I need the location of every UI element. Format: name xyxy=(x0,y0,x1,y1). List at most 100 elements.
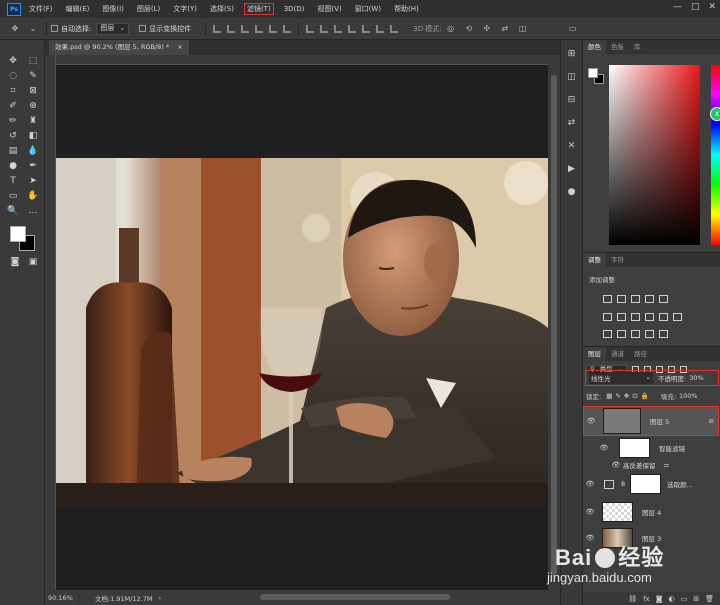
align-top-icon[interactable] xyxy=(213,24,222,33)
align-hcenter-icon[interactable] xyxy=(269,24,278,33)
lasso-tool-icon[interactable]: ◌ xyxy=(4,70,22,82)
lock-position-icon[interactable]: ✥ xyxy=(624,392,629,400)
adjustments-icon[interactable]: ⇄ xyxy=(566,117,578,129)
opacity-value[interactable]: 30% xyxy=(689,374,703,382)
gradient-tool-icon[interactable]: ▤ xyxy=(4,145,22,157)
distribute-top-icon[interactable] xyxy=(306,24,315,33)
brightness-icon[interactable] xyxy=(603,295,612,303)
zoom-tool-icon[interactable]: 🔍 xyxy=(4,205,22,217)
levels-icon[interactable] xyxy=(617,295,626,303)
menu-3d[interactable]: 3D(D) xyxy=(284,5,305,13)
tool-preset-icon[interactable]: ⌄ xyxy=(28,24,38,33)
invert-icon[interactable] xyxy=(603,330,612,338)
eye-icon[interactable]: 👁 xyxy=(597,444,611,452)
auto-select-checkbox[interactable] xyxy=(51,25,58,32)
actions-play-icon[interactable]: ▶ xyxy=(566,163,578,175)
menu-layer[interactable]: 图层(L) xyxy=(137,4,160,14)
learn-icon[interactable]: ● xyxy=(566,186,578,198)
quick-select-tool-icon[interactable]: ✎ xyxy=(24,70,42,82)
distribute-left-icon[interactable] xyxy=(348,24,357,33)
history-brush-tool-icon[interactable]: ↺ xyxy=(4,130,22,142)
minimize-button[interactable]: — xyxy=(673,2,682,12)
menu-help[interactable]: 帮助(H) xyxy=(394,4,419,14)
vibrance-icon[interactable] xyxy=(659,295,668,303)
photo-image[interactable] xyxy=(56,158,548,508)
align-vcenter-icon[interactable] xyxy=(227,24,236,33)
distribute-vcenter-icon[interactable] xyxy=(320,24,329,33)
menu-image[interactable]: 图像(I) xyxy=(102,4,124,14)
eraser-tool-icon[interactable]: ◧ xyxy=(24,130,42,142)
filter-row[interactable]: 👁 高反差保留 ⚌ xyxy=(583,459,720,471)
menu-edit[interactable]: 编辑(E) xyxy=(66,4,90,14)
quick-mask-icon[interactable]: ◙ xyxy=(6,256,24,268)
brush-settings-icon[interactable]: ✕ xyxy=(566,140,578,152)
smart-filters-row[interactable]: 👁 智能滤镜 xyxy=(583,437,720,459)
auto-align-icon[interactable] xyxy=(390,24,399,33)
more-tools-icon[interactable]: … xyxy=(24,205,42,217)
layer-row-selected[interactable]: 👁 图层 5 ⊘ xyxy=(583,406,719,436)
move-tool-icon[interactable]: ✥ xyxy=(4,55,22,67)
horizontal-scrollbar-thumb[interactable] xyxy=(260,594,450,600)
menu-type[interactable]: 文字(Y) xyxy=(173,4,197,14)
align-bottom-icon[interactable] xyxy=(241,24,250,33)
menu-file[interactable]: 文件(F) xyxy=(29,4,53,14)
curves-icon[interactable] xyxy=(631,295,640,303)
filter-options-icon[interactable]: ⚌ xyxy=(664,461,670,469)
tab-character[interactable]: 字符 xyxy=(606,253,629,267)
chevron-right-icon[interactable]: › xyxy=(159,594,162,602)
menu-select[interactable]: 选择(S) xyxy=(210,4,234,14)
3d-slide-icon[interactable]: ⇄ xyxy=(500,24,510,33)
blend-mode-dropdown[interactable]: 线性光 ⌄ xyxy=(589,372,653,384)
show-transform-checkbox[interactable] xyxy=(139,25,147,32)
menu-window[interactable]: 窗口(W) xyxy=(355,4,381,14)
hue-slider[interactable] xyxy=(711,65,720,245)
shape-tool-icon[interactable]: ▭ xyxy=(4,190,22,202)
tab-adjustments[interactable]: 调整 xyxy=(583,253,606,267)
frame-tool-icon[interactable]: ⊠ xyxy=(24,85,42,97)
close-tab-icon[interactable]: × xyxy=(177,43,182,51)
lock-brush-icon[interactable]: ✎ xyxy=(615,392,620,400)
eyedropper-tool-icon[interactable]: ✐ xyxy=(4,100,22,112)
3d-pan-icon[interactable]: ✣ xyxy=(482,24,492,33)
lock-artboard-icon[interactable]: ⊡ xyxy=(632,392,637,400)
pen-tool-icon[interactable]: ✒ xyxy=(24,160,42,172)
layer-row[interactable]: 👁 8 选取颜... xyxy=(583,473,720,495)
photo-filter-icon[interactable] xyxy=(645,313,654,321)
dodge-tool-icon[interactable]: ● xyxy=(4,160,22,172)
tab-libraries[interactable]: 库 xyxy=(629,40,646,54)
tab-color[interactable]: 颜色 xyxy=(583,40,606,54)
lock-pixels-icon[interactable]: ▦ xyxy=(606,392,612,400)
zoom-level[interactable]: 90.16% xyxy=(45,593,79,602)
close-button[interactable]: ✕ xyxy=(708,2,716,12)
tab-swatches[interactable]: 色板 xyxy=(606,40,629,54)
document-tab[interactable]: 效果.psd @ 90.2% (图层 5, RGB/8) * × xyxy=(49,40,189,55)
auto-select-dropdown[interactable]: 图层 ⌄ xyxy=(96,22,130,35)
eye-icon[interactable]: 👁 xyxy=(609,461,623,469)
tab-paths[interactable]: 路径 xyxy=(629,347,652,361)
eye-icon[interactable]: 👁 xyxy=(583,508,597,516)
tab-channels[interactable]: 通道 xyxy=(606,347,629,361)
workspace-icon[interactable]: ▭ xyxy=(568,24,578,33)
align-right-icon[interactable] xyxy=(283,24,292,33)
distribute-bottom-icon[interactable] xyxy=(334,24,343,33)
gradient-map-icon[interactable] xyxy=(645,330,654,338)
foreground-color-chip[interactable] xyxy=(588,68,598,78)
stamp-tool-icon[interactable]: ♜ xyxy=(24,115,42,127)
foreground-color-swatch[interactable] xyxy=(10,226,26,242)
tab-layers[interactable]: 图层 xyxy=(583,347,606,361)
crop-tool-icon[interactable]: ⌗ xyxy=(4,85,22,97)
3d-orbit-icon[interactable]: ◎ xyxy=(446,24,456,33)
threshold-icon[interactable] xyxy=(631,330,640,338)
filter-mask-thumbnail[interactable] xyxy=(619,438,650,458)
exposure-icon[interactable] xyxy=(645,295,654,303)
color-lookup-icon[interactable] xyxy=(673,313,682,321)
eye-icon[interactable]: 👁 xyxy=(584,417,598,425)
maximize-button[interactable]: □ xyxy=(691,2,700,12)
brush-tool-icon[interactable]: ✏ xyxy=(4,115,22,127)
eye-icon[interactable]: 👁 xyxy=(583,480,597,488)
color-picker-field[interactable] xyxy=(609,65,700,245)
3d-scale-icon[interactable]: ◫ xyxy=(518,24,528,33)
scrollbar-thumb[interactable] xyxy=(551,75,557,575)
lock-all-icon[interactable]: 🔒 xyxy=(641,392,649,400)
type-tool-icon[interactable]: T xyxy=(4,175,22,187)
